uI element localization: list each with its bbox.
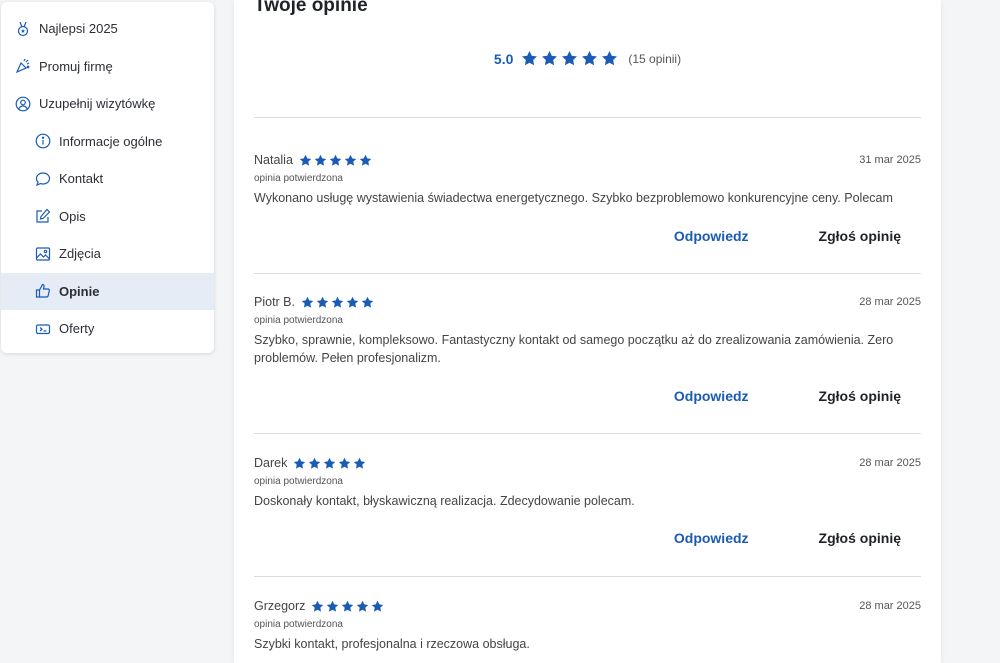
review-author: Piotr B. bbox=[254, 295, 295, 309]
star-icon bbox=[354, 457, 366, 469]
verified-label: opinia potwierdzona bbox=[254, 315, 343, 326]
ticket-icon bbox=[35, 321, 51, 337]
chat-icon bbox=[35, 171, 51, 187]
sidebar-item-label: Najlepsi 2025 bbox=[39, 21, 118, 37]
edit-icon bbox=[35, 208, 51, 224]
divider bbox=[254, 576, 921, 577]
review-date: 28 mar 2025 bbox=[859, 296, 921, 308]
sidebar-item-label: Opis bbox=[59, 208, 86, 224]
review-text: Szybki kontakt, profesjonalna i rzeczowa… bbox=[254, 637, 530, 651]
sidebar-item-label: Promuj firmę bbox=[39, 58, 113, 74]
star-icon bbox=[316, 296, 329, 308]
star-icon bbox=[346, 296, 359, 308]
sidebar-item-informacje-ogolne[interactable]: Informacje ogólne bbox=[1, 123, 214, 161]
review-author: Darek bbox=[254, 456, 288, 470]
review-text: Doskonały kontakt, błyskawiczną realizac… bbox=[254, 494, 635, 508]
verified-label: opinia potwierdzona bbox=[254, 619, 343, 630]
star-icon bbox=[522, 51, 538, 66]
star-icon bbox=[324, 457, 336, 469]
review-item: Grzegorz 28 mar 2025 opinia potwierdzona… bbox=[254, 597, 921, 653]
star-icon bbox=[327, 600, 339, 612]
sidebar-item-zdjecia[interactable]: Zdjęcia bbox=[1, 235, 214, 273]
star-icon bbox=[329, 154, 342, 166]
report-review-button[interactable]: Zgłoś opinię bbox=[819, 530, 901, 546]
sidebar-item-label: Opinie bbox=[59, 283, 100, 299]
rating-summary: 5.0 (15 opinii) bbox=[234, 50, 941, 67]
star-icon bbox=[339, 457, 351, 469]
sidebar-item-label: Kontakt bbox=[59, 171, 104, 187]
review-item: Natalia 31 mar 2025 opinia potwierdzona … bbox=[254, 151, 921, 244]
star-icon bbox=[361, 296, 374, 308]
star-icon bbox=[359, 154, 372, 166]
sidebar-item-uzupelnij-wizytowke[interactable]: Uzupełnij wizytówkę bbox=[1, 85, 214, 123]
report-review-button[interactable]: Zgłoś opinię bbox=[819, 228, 901, 244]
verified-label: opinia potwierdzona bbox=[254, 476, 343, 487]
star-icon bbox=[301, 296, 314, 308]
image-icon bbox=[35, 246, 51, 262]
reply-button[interactable]: Odpowiedz bbox=[674, 530, 749, 546]
star-icon bbox=[294, 457, 306, 469]
sidebar: Najlepsi 2025 Promuj firmę Uzupełnij wiz… bbox=[1, 2, 214, 353]
promote-icon bbox=[15, 58, 31, 74]
star-icon bbox=[372, 600, 384, 612]
star-icon bbox=[299, 154, 312, 166]
review-item: Piotr B. 28 mar 2025 opinia potwierdzona… bbox=[254, 293, 921, 404]
reply-button[interactable]: Odpowiedz bbox=[674, 228, 749, 244]
sidebar-item-label: Informacje ogólne bbox=[59, 133, 163, 149]
review-stars bbox=[311, 600, 384, 613]
rating-score: 5.0 bbox=[493, 50, 514, 67]
star-icon bbox=[562, 51, 578, 66]
star-icon bbox=[357, 600, 369, 612]
review-stars bbox=[301, 296, 374, 309]
review-stars bbox=[299, 154, 372, 167]
sidebar-item-label: Oferty bbox=[59, 321, 95, 337]
star-icon bbox=[542, 51, 558, 66]
page-title: Twoje opinie bbox=[254, 0, 368, 16]
star-icon bbox=[309, 457, 321, 469]
sidebar-item-promuj-firme[interactable]: Promuj firmę bbox=[1, 48, 214, 86]
review-date: 28 mar 2025 bbox=[859, 457, 921, 469]
review-count: (15 opinii) bbox=[628, 51, 682, 66]
sidebar-item-kontakt[interactable]: Kontakt bbox=[1, 160, 214, 198]
star-icon bbox=[331, 296, 344, 308]
user-circle-icon bbox=[15, 96, 31, 112]
divider bbox=[254, 433, 921, 434]
star-icon bbox=[602, 51, 618, 66]
review-date: 28 mar 2025 bbox=[859, 600, 921, 612]
rating-stars bbox=[521, 50, 618, 67]
star-icon bbox=[344, 154, 357, 166]
sidebar-item-najlepsi-2025[interactable]: Najlepsi 2025 bbox=[1, 10, 214, 48]
review-date: 31 mar 2025 bbox=[859, 154, 921, 166]
verified-label: opinia potwierdzona bbox=[254, 173, 343, 184]
sidebar-item-label: Zdjęcia bbox=[59, 246, 101, 262]
review-author: Natalia bbox=[254, 153, 293, 167]
thumbs-up-icon bbox=[35, 283, 51, 299]
report-review-button[interactable]: Zgłoś opinię bbox=[819, 388, 901, 404]
medal-icon bbox=[15, 21, 31, 37]
review-author: Grzegorz bbox=[254, 599, 306, 613]
review-text: Wykonano usługę wystawienia świadectwa e… bbox=[254, 191, 893, 205]
review-item: Darek 28 mar 2025 opinia potwierdzona Do… bbox=[254, 454, 921, 546]
divider bbox=[254, 273, 921, 274]
star-icon bbox=[312, 600, 324, 612]
sidebar-item-oferty[interactable]: Oferty bbox=[1, 310, 214, 348]
review-stars bbox=[293, 457, 366, 470]
info-icon bbox=[35, 133, 51, 149]
sidebar-item-label: Uzupełnij wizytówkę bbox=[39, 96, 156, 112]
star-icon bbox=[582, 51, 598, 66]
divider bbox=[254, 117, 921, 118]
review-text: Szybko, sprawnie, kompleksowo. Fantastyc… bbox=[254, 333, 894, 365]
sidebar-item-opinie[interactable]: Opinie bbox=[1, 272, 214, 310]
reply-button[interactable]: Odpowiedz bbox=[674, 388, 749, 404]
reviews-panel: Twoje opinie 5.0 (15 opinii) Natalia 31 … bbox=[234, 0, 941, 663]
star-icon bbox=[342, 600, 354, 612]
sidebar-item-opis[interactable]: Opis bbox=[1, 198, 214, 236]
star-icon bbox=[314, 154, 327, 166]
